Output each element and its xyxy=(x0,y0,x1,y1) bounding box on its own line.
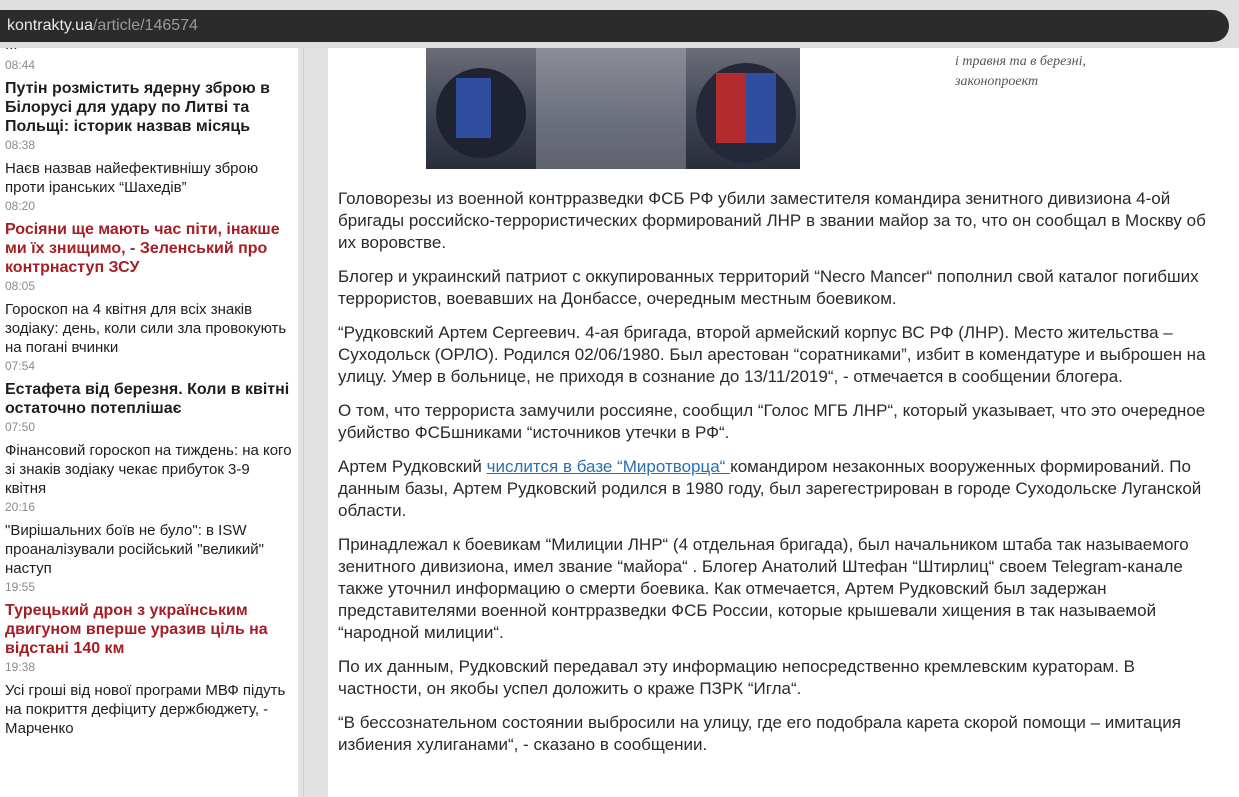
gutter-divider xyxy=(303,48,304,797)
news-feed-list: ... 08:44 Путін розмістить ядерну зброю в… xyxy=(0,48,298,738)
article-main: і травня та в березні, законопроект Голо… xyxy=(328,48,1239,797)
url-domain: kontrakty.ua xyxy=(7,17,93,34)
browser-toolbar: kontrakty.ua/article/146574 xyxy=(0,0,1239,48)
news-item-cut-text: ... xyxy=(5,48,18,53)
news-item-title[interactable]: Путін розмістить ядерну зброю в Білорусі… xyxy=(5,79,292,136)
news-item-title[interactable]: Турецький дрон з українським двигуном вп… xyxy=(5,601,292,658)
related-caption-line2: законопроект xyxy=(955,74,1039,89)
news-item-title[interactable]: Естафета від березня. Коли в квітні оста… xyxy=(5,380,292,418)
myrotvorets-link[interactable]: числится в базе “Миротворца“ xyxy=(487,457,730,476)
url-path: /article/146574 xyxy=(92,17,198,34)
related-caption[interactable]: і травня та в березні, законопроект xyxy=(955,52,1165,92)
news-item-title[interactable]: Усі гроші від нової програми МВФ підуть … xyxy=(5,681,292,738)
article-paragraph-7: По их данным, Рудковский передавал эту и… xyxy=(338,657,1136,698)
news-item[interactable]: 19:38 Усі гроші від нової програми МВФ пі… xyxy=(0,660,298,738)
news-item-time: 19:38 xyxy=(5,660,36,674)
news-item[interactable]: 08:38 Наєв назвав найефективнішу зброю пр… xyxy=(0,138,298,197)
news-item-time: 07:50 xyxy=(5,420,36,434)
related-caption-line1: і травня та в березні, xyxy=(955,54,1086,69)
news-item[interactable]: 20:16 "Вирішальних боїв не було": в ISW п… xyxy=(0,500,298,578)
news-item[interactable]: 07:50 Фінансовий гороскоп на тиждень: на … xyxy=(0,420,298,498)
article-paragraph-8: “В бессознательном состоянии выбросили н… xyxy=(338,713,1181,754)
news-item-title[interactable]: "Вирішальних боїв не було": в ISW проана… xyxy=(5,521,292,578)
article-body: Головорезы из военной контрразведки ФСБ … xyxy=(338,188,1218,768)
article-paragraph-6: Принадлежал к боевикам “Милиции ЛНР“ (4 … xyxy=(338,535,1189,642)
news-item-time: 19:55 xyxy=(5,580,36,594)
news-item-title[interactable]: Фінансовий гороскоп на тиждень: на кого … xyxy=(5,441,292,498)
article-paragraph-2: Блогер и украинский патриот с оккупирова… xyxy=(338,267,1199,308)
news-item-time: 08:05 xyxy=(5,279,36,293)
news-item[interactable]: 08:05 Гороскоп на 4 квітня для всіх знакі… xyxy=(0,279,298,357)
news-item-time: 07:54 xyxy=(5,359,36,373)
news-item-time: 20:16 xyxy=(5,500,36,514)
news-item[interactable]: 07:54 Естафета від березня. Коли в квітні… xyxy=(0,359,298,418)
article-paragraph-1: Головорезы из военной контрразведки ФСБ … xyxy=(338,189,1206,252)
news-item[interactable]: 08:20 Росіяни ще мають час піти, інакше м… xyxy=(0,199,298,277)
article-paragraph-4: О том, что террориста замучили россияне,… xyxy=(338,401,1206,442)
address-bar[interactable]: kontrakty.ua/article/146574 xyxy=(0,10,1229,42)
article-photo xyxy=(426,48,800,169)
news-item-title[interactable]: Наєв назвав найефективнішу зброю проти і… xyxy=(5,159,292,197)
news-item-time: 08:44 xyxy=(5,58,36,72)
news-item-title[interactable]: Гороскоп на 4 квітня для всіх знаків зод… xyxy=(5,300,292,357)
news-feed-sidebar: ... 08:44 Путін розмістить ядерну зброю в… xyxy=(0,48,298,797)
article-paragraph-5: Артем Рудковский числится в базе “Миротв… xyxy=(338,456,1218,522)
news-item-title[interactable]: Росіяни ще мають час піти, інакше ми їх … xyxy=(5,220,292,277)
news-item[interactable]: 19:55 Турецький дрон з українським двигун… xyxy=(0,580,298,658)
news-item[interactable]: 08:44 Путін розмістить ядерну зброю в Біл… xyxy=(0,58,298,136)
news-item-time: 08:20 xyxy=(5,199,36,213)
article-paragraph-3: “Рудковский Артем Сергеевич. 4-ая бригад… xyxy=(338,323,1206,386)
news-item-time: 08:38 xyxy=(5,138,36,152)
paragraph-5-start: Артем Рудковский xyxy=(338,457,487,476)
news-item-cut[interactable]: ... xyxy=(0,48,298,56)
url-text[interactable]: kontrakty.ua/article/146574 xyxy=(7,17,198,35)
